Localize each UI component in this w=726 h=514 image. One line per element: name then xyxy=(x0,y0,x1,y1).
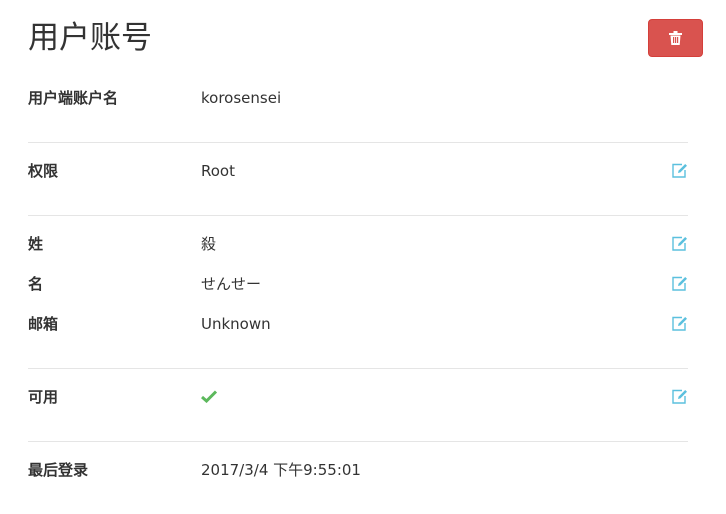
last-name-row: 姓 殺 xyxy=(28,232,688,256)
email-value: Unknown xyxy=(201,315,271,333)
edit-enabled-icon[interactable] xyxy=(671,389,688,405)
last-name-value: 殺 xyxy=(201,235,217,253)
edit-last-name-icon[interactable] xyxy=(671,236,688,252)
last-name-label: 姓 xyxy=(28,235,44,253)
trash-icon xyxy=(669,31,682,45)
username-value: korosensei xyxy=(201,89,282,107)
edit-email-icon[interactable] xyxy=(671,316,688,332)
divider xyxy=(28,142,688,143)
first-name-label: 名 xyxy=(28,275,44,293)
page-title: 用户账号 xyxy=(28,20,152,56)
email-label: 邮箱 xyxy=(28,315,59,333)
username-label: 用户端账户名 xyxy=(28,89,119,107)
permission-row: 权限 Root xyxy=(28,159,688,183)
enabled-row: 可用 xyxy=(28,385,688,409)
last-login-value: 2017/3/4 下午9:55:01 xyxy=(201,461,361,479)
divider xyxy=(28,215,688,216)
edit-first-name-icon[interactable] xyxy=(671,276,688,292)
permission-value: Root xyxy=(201,162,235,180)
first-name-row: 名 せんせー xyxy=(28,272,688,296)
email-row: 邮箱 Unknown xyxy=(28,312,688,336)
edit-permission-icon[interactable] xyxy=(671,163,688,179)
last-login-label: 最后登录 xyxy=(28,461,89,479)
delete-button[interactable] xyxy=(648,19,703,57)
first-name-value: せんせー xyxy=(201,275,262,293)
username-row: 用户端账户名 korosensei xyxy=(28,86,688,110)
check-icon xyxy=(201,390,217,403)
last-login-row: 最后登录 2017/3/4 下午9:55:01 xyxy=(28,458,688,482)
permission-label: 权限 xyxy=(28,162,59,180)
enabled-label: 可用 xyxy=(28,388,59,406)
divider xyxy=(28,368,688,369)
divider xyxy=(28,441,688,442)
